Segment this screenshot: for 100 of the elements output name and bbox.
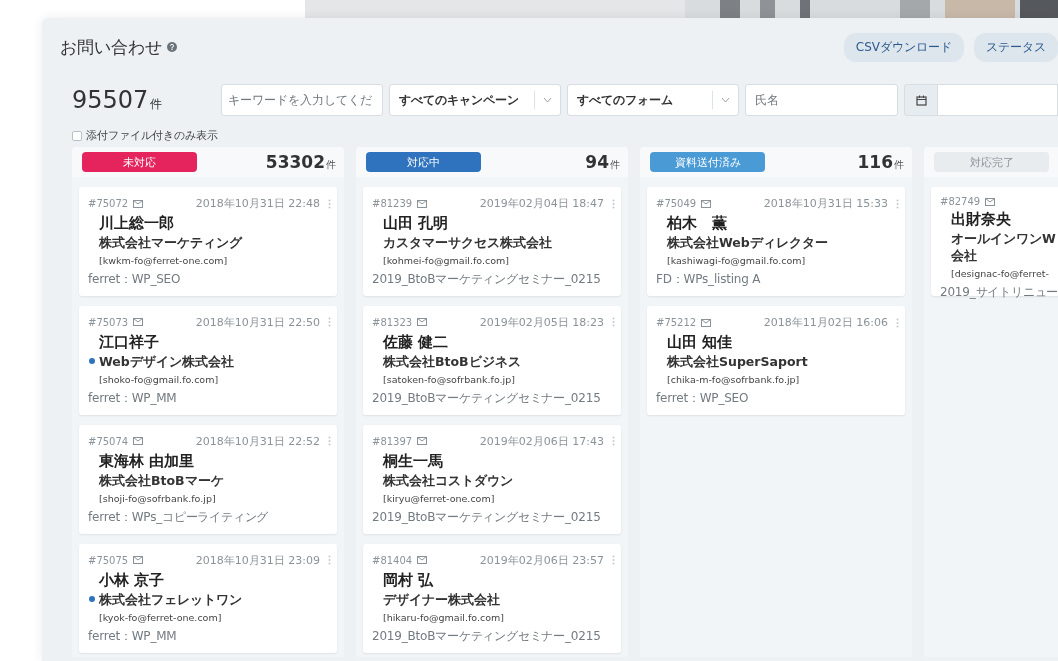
- received-date: 2019年02月06日 23:57: [479, 552, 604, 568]
- inquiry-card[interactable]: #81397 2019年02月06日 17:43 桐生一馬 株式会社コストダウン [kiryu@ferret-one.com] 2019_BtoBマーケティングセミナー_0215: [363, 424, 621, 534]
- company-name: 株式会社BtoBビジネス: [383, 353, 522, 371]
- email-address: [kohmei-fo@gmail.fo.com]: [383, 254, 510, 266]
- dropdown[interactable]: すべてのフォーム: [567, 84, 739, 116]
- email-address: [kyok-fo@ferret-one.com]: [99, 611, 223, 623]
- campaign-name: ferret：WPs_コピーライティング: [88, 508, 270, 526]
- inquiry-card[interactable]: #75073 2018年10月31日 22:50 江口祥子 Webデザイン株式会社 [shoko-fo@gmail.fo.com] ferret：WP_MM: [79, 305, 337, 415]
- received-date: 2018年10月31日 22:50: [195, 314, 320, 330]
- email-address: [chika-m-fo@sofrbank.fo.jp]: [667, 373, 801, 385]
- inquiry-card[interactable]: #81239 2019年02月04日 18:47 山田 孔明 カスタマーサクセス株式会社 [kohmei-fo@gmail.fo.com] 2019_BtoBマーケティングセミナー_0215: [363, 187, 621, 296]
- company-name: 株式会社フェレットワン: [99, 591, 243, 609]
- inquiry-card[interactable]: #75212 2018年11月02日 16:06 山田 知佳 株式会社SuperSaport [chika-m-fo@sofrbank.fo.jp] ferret：WP_SEO: [647, 306, 905, 415]
- email-address: [shoko-fo@gmail.fo.com]: [99, 373, 220, 385]
- mail-icon: [417, 437, 428, 446]
- inquiry-card[interactable]: #75074 2018年10月31日 22:52 東海林 由加里 株式会社BtoBマーケ [shoji-fo@sofrbank.fo.jp] ferret：WPs_コピーライティング: [79, 424, 337, 534]
- company-name: カスタマーサクセス株式会社: [383, 235, 553, 252]
- count-unit: 件: [150, 96, 163, 113]
- campaign-name: ferret：WP_MM: [88, 389, 178, 407]
- mail-icon: [985, 197, 996, 206]
- dropdown[interactable]: すべてのキャンペーン: [389, 84, 561, 116]
- more-icon[interactable]: [612, 317, 615, 328]
- received-date: 2018年10月31日 22:52: [195, 433, 320, 449]
- inquiry-id: #75075: [88, 554, 129, 566]
- email-address: [designac-fo@ferret-: [951, 267, 1050, 279]
- more-icon[interactable]: [328, 436, 331, 447]
- header-button[interactable]: ステータス: [974, 32, 1058, 62]
- checkbox-label: 添付ファイル付きのみ表示: [86, 128, 218, 143]
- campaign-name: 2019_BtoBマーケティングセミナー_0215: [372, 508, 602, 526]
- inquiry-card[interactable]: #75072 2018年10月31日 22:48 川上総一郎 株式会社マーケティング [kwkm-fo@ferret-one.com] ferret：WP_SEO: [79, 187, 337, 296]
- contact-name: 出財奈央: [951, 210, 1012, 229]
- mail-icon: [417, 556, 428, 565]
- received-date: 2018年10月31日 15:33: [763, 196, 888, 211]
- inquiry-card[interactable]: #81404 2019年02月06日 23:57 岡村 弘 デザイナー株式会社 [hikaru-fo@gmail.fo.com] 2019_BtoBマーケティングセミナー_0215: [363, 543, 621, 653]
- more-icon[interactable]: [328, 198, 331, 209]
- inquiry-card[interactable]: #75049 2018年10月31日 15:33 柏木 薫 株式会社Webディレクター [kashiwagi-fo@gmail.fo.com] FD：WPs_listing A: [647, 187, 905, 296]
- inquiry-card[interactable]: #81323 2019年02月05日 18:23 佐藤 健二 株式会社BtoBビジネス [satoken-fo@sofrbank.fo.jp] 2019_BtoBマーケティングセミナー_0215: [363, 305, 621, 415]
- caret-icon: [543, 97, 552, 103]
- contact-name: 川上総一郎: [99, 214, 175, 233]
- campaign-name: ferret：WP_SEO: [88, 270, 182, 288]
- more-icon[interactable]: [328, 555, 331, 566]
- more-icon[interactable]: [612, 436, 615, 447]
- received-date: 2019年02月06日 17:43: [479, 433, 604, 449]
- contact-name: 東海林 由加里: [99, 451, 196, 471]
- received-date: 2018年11月02日 16:06: [763, 315, 888, 330]
- inquiry-id: #81404: [372, 554, 413, 566]
- email-address: [satoken-fo@sofrbank.fo.jp]: [383, 373, 516, 385]
- contact-name: 岡村 弘: [383, 570, 435, 590]
- more-icon[interactable]: [896, 317, 899, 328]
- column-count: 116: [857, 152, 893, 172]
- count-unit: 件: [894, 158, 904, 172]
- company-name: Webデザイン株式会社: [99, 353, 235, 371]
- inquiry-card[interactable]: #75075 2018年10月31日 23:09 小林 京子 株式会社フェレットワン [kyok-fo@ferret-one.com] ferret：WP_MM: [79, 543, 337, 653]
- page-title: お問い合わせ: [60, 35, 162, 59]
- received-date: 2019年02月04日 18:47: [479, 196, 604, 211]
- campaign-name: ferret：WP_MM: [88, 627, 178, 645]
- count-unit: 件: [610, 158, 620, 172]
- email-address: [kashiwagi-fo@gmail.fo.com]: [667, 254, 807, 266]
- email-address: [shoji-fo@sofrbank.fo.jp]: [99, 492, 217, 504]
- company-name: オールインワンW 会社: [951, 231, 1057, 265]
- count-unit: 件: [326, 158, 336, 172]
- campaign-name: ferret：WP_SEO: [656, 389, 750, 407]
- received-date: 2018年10月31日 22:48: [195, 196, 320, 211]
- email-address: [kiryu@ferret-one.com]: [383, 492, 496, 504]
- inquiry-id: #75072: [88, 198, 129, 209]
- received-date: 2019年02月05日 18:23: [479, 314, 604, 330]
- company-name: 株式会社コストダウン: [383, 472, 514, 490]
- caret-icon: [721, 97, 730, 103]
- email-address: [kwkm-fo@ferret-one.com]: [99, 254, 229, 266]
- status-label: 対応中: [366, 152, 481, 172]
- status-label: 未対応: [82, 152, 197, 172]
- campaign-name: 2019_BtoBマーケティングセミナー_0215: [372, 270, 602, 288]
- inquiry-id: #75074: [88, 435, 129, 447]
- company-name: 株式会社Webディレクター: [667, 235, 829, 252]
- status-label: 対応完了: [934, 152, 1049, 172]
- text-field[interactable]: 氏名: [745, 84, 898, 116]
- more-icon[interactable]: [896, 198, 899, 209]
- status-label: 資料送付済み: [650, 152, 765, 172]
- column-count: 53302: [265, 152, 325, 172]
- header-button[interactable]: CSVダウンロード: [843, 32, 964, 62]
- inquiry-id: #75049: [656, 198, 697, 209]
- mail-icon: [417, 318, 428, 327]
- company-name: 株式会社BtoBマーケ: [99, 472, 225, 490]
- inquiry-id: #75073: [88, 316, 129, 328]
- mail-icon: [417, 199, 428, 208]
- inquiry-id: #75212: [656, 317, 697, 328]
- date-field[interactable]: [938, 84, 1058, 116]
- more-icon[interactable]: [328, 317, 331, 328]
- campaign-name: 2019_BtoBマーケティングセミナー_0215: [372, 389, 602, 407]
- more-icon[interactable]: [612, 555, 615, 566]
- contact-name: 桐生一馬: [383, 451, 444, 471]
- contact-name: 江口祥子: [99, 332, 160, 352]
- company-name: デザイナー株式会社: [383, 591, 501, 609]
- company-name: 株式会社マーケティング: [99, 235, 244, 252]
- help-icon[interactable]: [167, 42, 177, 52]
- checkbox[interactable]: [72, 130, 82, 141]
- more-icon[interactable]: [612, 198, 615, 209]
- inquiry-id: #82749: [940, 196, 981, 207]
- calendar-icon[interactable]: [915, 94, 927, 106]
- text-field[interactable]: キーワードを入力してくだ: [221, 84, 383, 116]
